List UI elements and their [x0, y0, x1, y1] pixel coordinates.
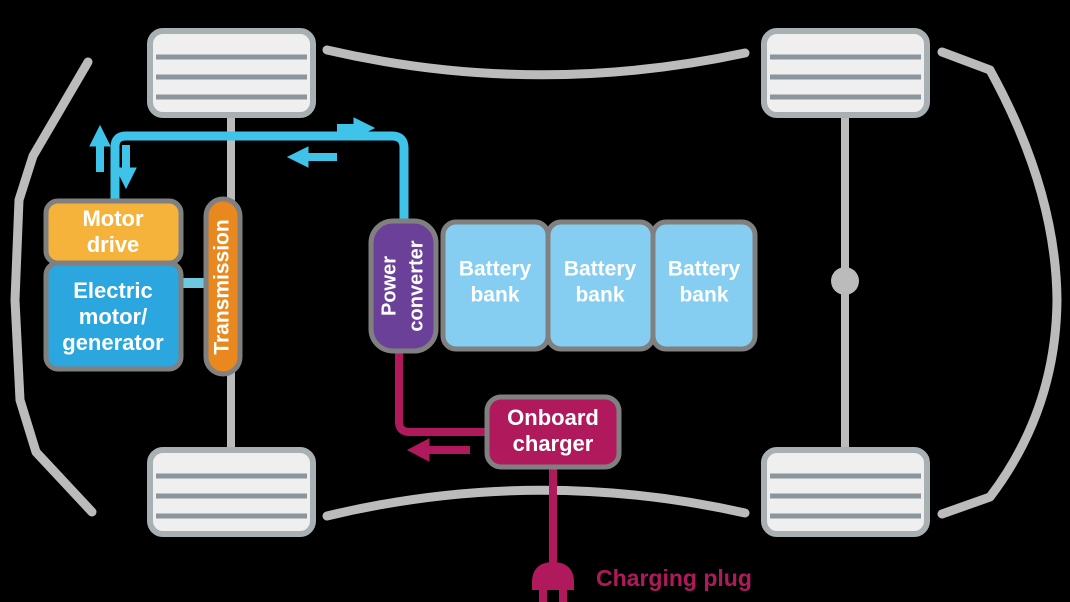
battery-bank-2[interactable]: Battery bank [545, 219, 656, 352]
arrow-left-charger-icon [406, 438, 470, 462]
electric-motor-generator-box[interactable]: Electric motor/ generator [43, 260, 184, 372]
diagram-canvas: Motor drive Electric motor/ generator Tr… [10, 28, 1062, 602]
magenta-flow-arrow [406, 438, 470, 462]
plug-icon[interactable] [532, 562, 574, 602]
battery-bank-3-label-line2: bank [679, 284, 728, 307]
arrow-up-left-icon [89, 124, 111, 172]
power-converter-box[interactable]: Power converter [368, 218, 439, 354]
transmission-label: Transmission [211, 219, 234, 354]
onboard-charger-label-line1: Onboard [507, 405, 599, 430]
motor-drive-label-line1: Motor [82, 206, 144, 231]
ev-powertrain-diagram: Motor drive Electric motor/ generator Tr… [0, 0, 1070, 602]
front-left-wheel [147, 28, 316, 118]
transmission-box[interactable]: Transmission [203, 196, 243, 377]
battery-bank-1-label-line2: bank [470, 284, 519, 307]
battery-bank-1[interactable]: Battery bank [440, 219, 551, 352]
motor-drive-label-line2: drive [87, 232, 140, 257]
battery-bank-3-label-line1: Battery [668, 258, 741, 281]
battery-bank-3[interactable]: Battery bank [650, 219, 758, 352]
body-top-line [322, 45, 750, 80]
electric-motor-label-line2: motor/ [79, 304, 147, 329]
arrow-left-top-icon [286, 146, 337, 168]
charging-plug-label: Charging plug [596, 565, 752, 591]
battery-bank-2-label-line2: bank [575, 284, 624, 307]
battery-bank-2-label-line1: Battery [564, 258, 637, 281]
front-right-wheel [761, 28, 930, 118]
charger-to-converter-path [395, 341, 494, 436]
onboard-charger-box[interactable]: Onboard charger [484, 394, 622, 470]
electric-motor-label-line3: generator [62, 330, 164, 355]
body-right-tail [937, 47, 1062, 519]
battery-bank-1-label-line1: Battery [459, 258, 532, 281]
onboard-charger-label-line2: charger [513, 431, 594, 456]
differential-hub [831, 267, 859, 295]
power-converter-label-line1: Power [378, 256, 400, 316]
rear-left-wheel [147, 447, 316, 537]
motor-drive-box[interactable]: Motor drive [43, 198, 184, 266]
body-bottom-line [322, 485, 750, 521]
electric-motor-label-line1: Electric [73, 278, 153, 303]
rear-right-wheel [761, 447, 930, 537]
power-converter-label-line2: converter [405, 240, 427, 331]
